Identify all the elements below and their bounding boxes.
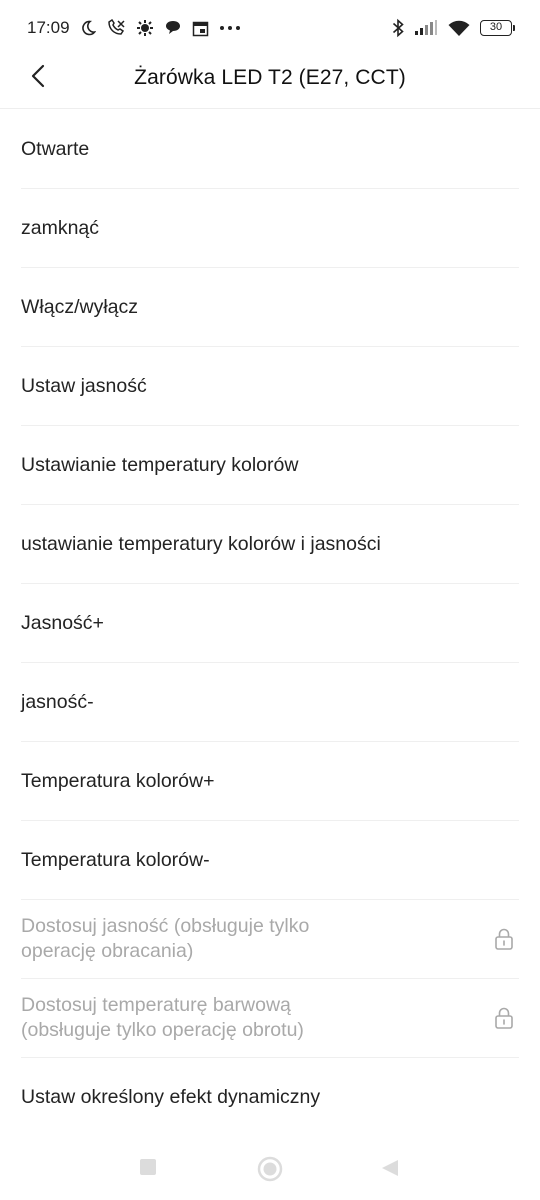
chevron-left-icon <box>30 64 46 93</box>
status-left: 17:09 <box>27 18 241 38</box>
action-set-color-temperature-and-brightness[interactable]: ustawianie temperatury kolorów i jasnośc… <box>21 505 519 584</box>
header: Żarówka LED T2 (E27, CCT) <box>0 50 540 106</box>
action-toggle-power[interactable]: Włącz/wyłącz <box>21 268 519 347</box>
action-label-line2: (obsługuje tylko operację obrotu) <box>21 1019 304 1041</box>
action-color-temperature-down[interactable]: Temperatura kolorów- <box>21 821 519 900</box>
chat-bubble-icon <box>164 20 182 36</box>
action-label: Jasność+ <box>21 611 104 634</box>
status-right: 30 <box>392 18 515 38</box>
action-label: zamknąć <box>21 216 100 239</box>
action-color-temperature-up[interactable]: Temperatura kolorów+ <box>21 742 519 821</box>
action-label: Temperatura kolorów+ <box>21 769 215 792</box>
action-label: Otwarte <box>21 137 90 160</box>
wifi-icon <box>448 20 470 37</box>
action-label: Temperatura kolorów- <box>21 848 210 871</box>
status-time: 17:09 <box>27 18 70 37</box>
circle-home-icon[interactable] <box>257 1156 283 1187</box>
action-label: Ustaw jasność <box>21 374 147 397</box>
triangle-back-icon[interactable] <box>380 1158 400 1183</box>
action-list: Otwarte zamknąć Włącz/wyłącz Ustaw jasno… <box>0 110 540 1137</box>
moon-icon <box>80 20 96 36</box>
action-label: Ustawianie temperatury kolorów <box>21 453 299 476</box>
action-label: Dostosuj jasność (obsługuje tylko operac… <box>21 914 309 964</box>
action-label-line1: Dostosuj jasność (obsługuje tylko <box>21 915 310 937</box>
action-brightness-up[interactable]: Jasność+ <box>21 584 519 663</box>
lock-icon <box>491 1005 517 1031</box>
page-title: Żarówka LED T2 (E27, CCT) <box>134 66 406 89</box>
square-recents-icon[interactable] <box>139 1158 157 1181</box>
action-brightness-down[interactable]: jasność- <box>21 663 519 742</box>
calendar-icon <box>192 20 209 37</box>
action-label: Ustaw określony efekt dynamiczny <box>21 1086 321 1108</box>
action-close[interactable]: zamknąć <box>21 189 519 268</box>
action-label: Włącz/wyłącz <box>21 295 139 318</box>
action-set-dynamic-effect[interactable]: Ustaw określony efekt dynamiczny <box>21 1058 519 1137</box>
action-set-color-temperature[interactable]: Ustawianie temperatury kolorów <box>21 426 519 505</box>
signal-icon <box>414 20 438 36</box>
action-adjust-color-temperature-locked: Dostosuj temperaturę barwową (obsługuje … <box>21 979 519 1058</box>
action-label-line1: Dostosuj temperaturę barwową <box>21 994 291 1016</box>
action-label: Dostosuj temperaturę barwową (obsługuje … <box>21 993 304 1043</box>
action-set-brightness[interactable]: Ustaw jasność <box>21 347 519 426</box>
nav-bar <box>0 1146 540 1192</box>
header-divider <box>0 108 540 109</box>
gear-icon <box>136 19 154 37</box>
lock-icon <box>491 926 517 952</box>
back-button[interactable] <box>18 58 58 98</box>
action-open[interactable]: Otwarte <box>21 110 519 189</box>
action-label-line2: operację obracania) <box>21 940 194 962</box>
action-label: ustawianie temperatury kolorów i jasnośc… <box>21 532 381 555</box>
missed-call-icon <box>106 19 126 37</box>
status-bar: 17:09 30 <box>0 0 540 56</box>
battery-icon: 30 <box>480 20 515 36</box>
more-dots-icon <box>219 25 241 31</box>
action-label: jasność- <box>21 690 94 713</box>
action-adjust-brightness-locked: Dostosuj jasność (obsługuje tylko operac… <box>21 900 519 979</box>
bluetooth-icon <box>392 18 404 38</box>
